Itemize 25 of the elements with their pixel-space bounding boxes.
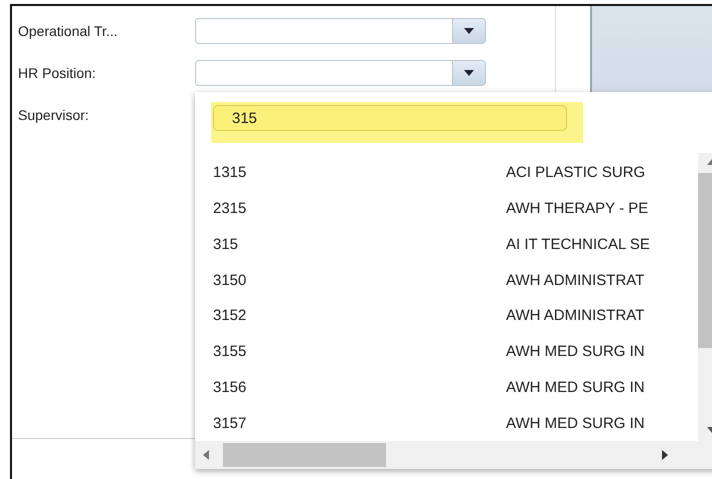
scroll-right-icon[interactable] <box>662 450 668 460</box>
field-label: Supervisor: <box>18 107 90 123</box>
option-code[interactable]: 2315 <box>195 200 506 218</box>
option-code[interactable]: 3156 <box>195 378 506 396</box>
field-label: Operational Tr... <box>18 23 119 39</box>
option-code[interactable]: 3157 <box>195 414 506 432</box>
option-name[interactable]: ACI PLASTIC SURG <box>506 164 646 182</box>
option-code[interactable]: 315 <box>195 236 506 253</box>
dropdown-arrow-icon <box>464 70 474 76</box>
option-code[interactable]: 3150 <box>195 272 506 289</box>
field-label: HR Position: <box>18 65 97 81</box>
option-code[interactable]: 3152 <box>195 307 506 324</box>
option-code[interactable]: 1315 <box>195 164 506 182</box>
option-name[interactable]: AWH ADMINISTRAT <box>506 272 644 289</box>
scroll-left-icon[interactable] <box>203 450 209 460</box>
option-name[interactable]: AWH MED SURG IN <box>506 343 645 360</box>
search-field[interactable]: 315 <box>213 105 567 131</box>
option-name[interactable]: AWH MED SURG IN <box>506 414 645 432</box>
horizontal-scrollbar[interactable] <box>195 441 712 469</box>
option-name[interactable]: AWH ADMINISTRAT <box>506 307 644 324</box>
option-name[interactable]: AI IT TECHNICAL SE <box>506 236 650 253</box>
option-code[interactable]: 3155 <box>195 343 506 360</box>
option-name[interactable]: AWH THERAPY - PE <box>506 200 648 218</box>
option-name[interactable]: AWH MED SURG IN <box>506 378 645 396</box>
dropdown-arrow-icon <box>464 28 474 34</box>
